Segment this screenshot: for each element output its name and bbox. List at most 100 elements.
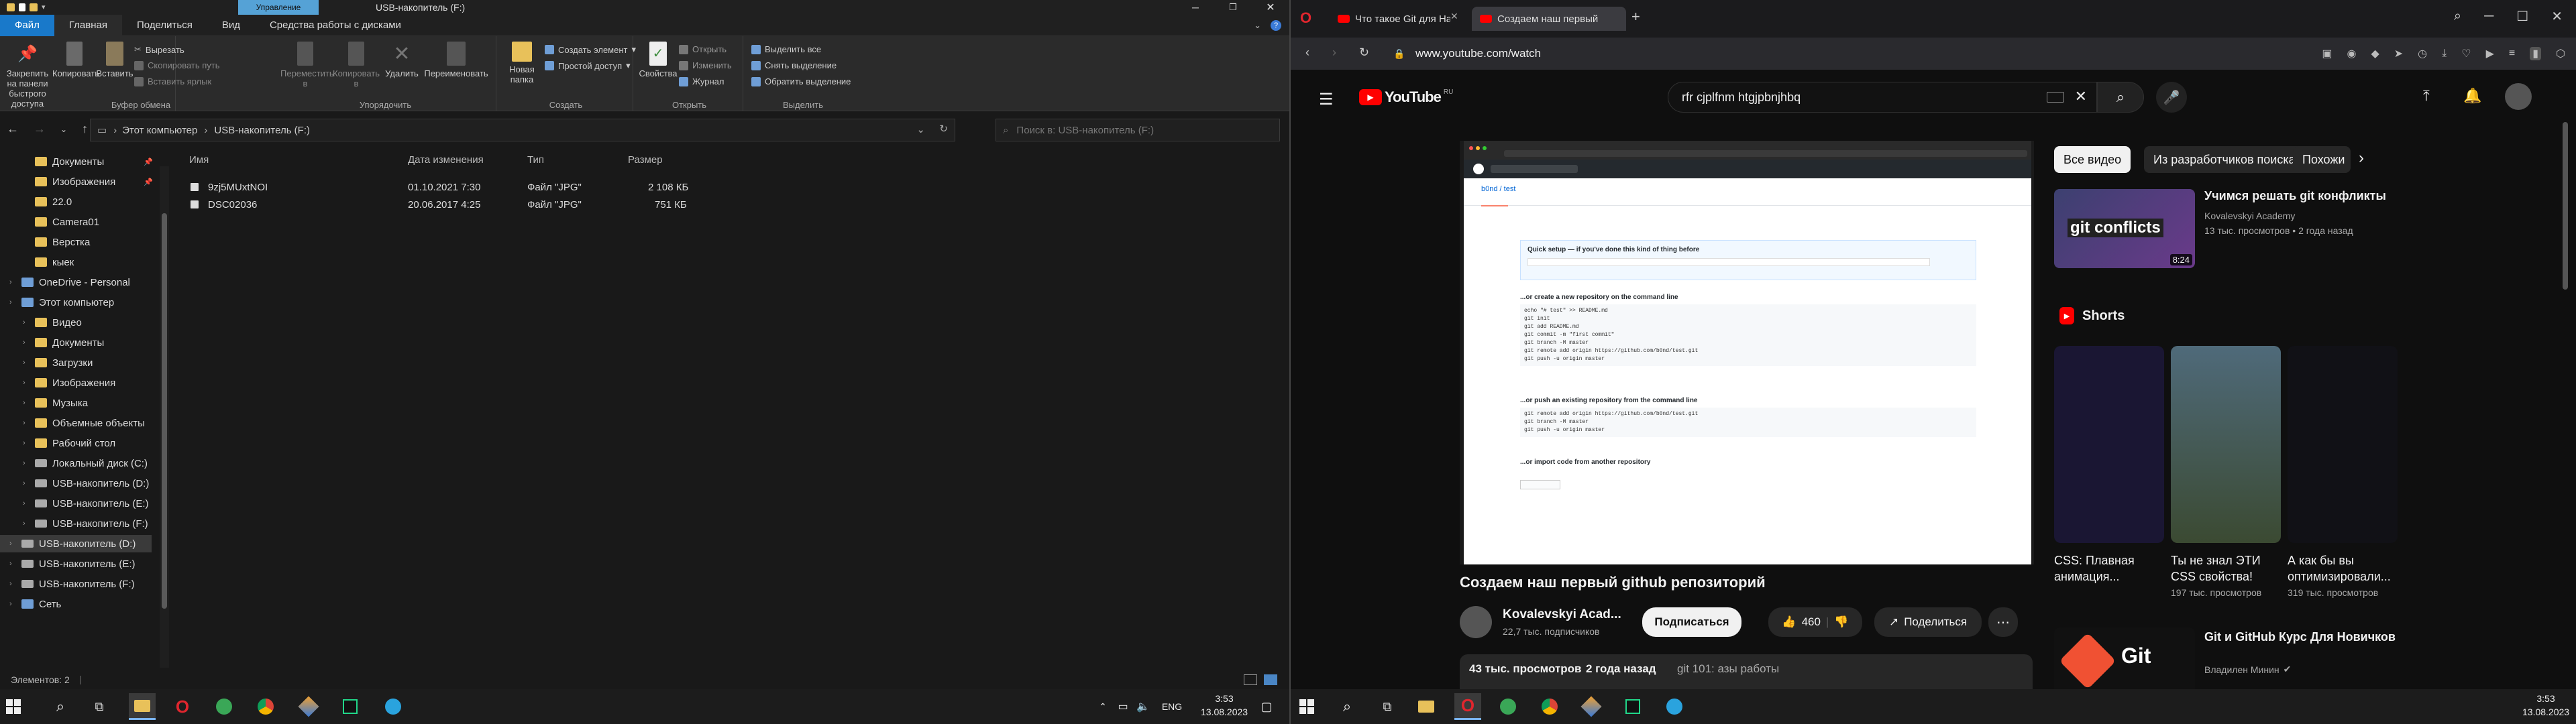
forward-icon[interactable]: › — [1332, 46, 1336, 60]
tree-item[interactable]: › Изображения — [23, 374, 115, 391]
properties-icon[interactable] — [19, 3, 25, 11]
breadcrumb-item[interactable]: Этот компьютер — [122, 125, 197, 136]
heart-icon[interactable]: ♡ — [2461, 47, 2471, 60]
explorer-taskbar-icon[interactable] — [1413, 693, 1440, 720]
short-thumbnail[interactable] — [2171, 346, 2281, 543]
file-row[interactable]: DSC02036 20.06.2017 4:25 Файл "JPG" 751 … — [181, 196, 691, 213]
forward-icon[interactable]: → — [34, 122, 46, 136]
tree-item[interactable]: › Этот компьютер — [9, 294, 114, 311]
expand-chevron-icon[interactable]: › — [23, 339, 30, 347]
properties-button[interactable]: ✓ Свойства — [639, 42, 678, 78]
tree-item[interactable]: › USB-накопитель (F:) — [9, 575, 135, 593]
volume-icon[interactable]: 🔈 — [1130, 693, 1157, 720]
search-input[interactable]: rfr cjplfnm htgjpbnjhbq ✕ — [1668, 82, 2097, 113]
easy-access-button[interactable]: Простой доступ ▾ — [545, 60, 631, 71]
column-type[interactable]: Тип — [527, 154, 544, 166]
open-button[interactable]: Открыть — [679, 44, 727, 54]
language-indicator[interactable]: ENG — [1155, 693, 1189, 720]
tree-item[interactable]: › OneDrive - Personal — [9, 274, 130, 291]
thumbs-up-icon[interactable]: 👍 — [1782, 615, 1796, 629]
tree-item[interactable]: › USB-накопитель (F:) — [23, 515, 148, 532]
shield-icon[interactable]: ◆ — [2371, 47, 2379, 60]
opera-icon[interactable]: O — [1454, 693, 1481, 720]
refresh-icon[interactable]: ↻ — [939, 123, 948, 135]
camera-icon[interactable]: ◉ — [2347, 47, 2356, 60]
expand-chevron-icon[interactable]: › — [23, 379, 30, 387]
help-icon[interactable]: ? — [1271, 20, 1281, 31]
tab-share[interactable]: Поделиться — [122, 15, 207, 36]
history-chevron-icon[interactable]: ⌄ — [916, 123, 925, 135]
maximize-icon[interactable]: ❐ — [1214, 2, 1252, 13]
tree-item[interactable]: › Документы — [23, 334, 104, 351]
pycharm-icon[interactable] — [1619, 693, 1646, 720]
menu-icon[interactable]: ☰ — [1319, 90, 1334, 109]
telegram-icon[interactable] — [380, 693, 407, 720]
clock-icon[interactable]: ◷ — [2418, 47, 2427, 60]
edit-button[interactable]: Изменить — [679, 60, 732, 70]
task-view-icon[interactable]: ⧉ — [86, 693, 113, 720]
paste-button[interactable]: Вставить — [94, 42, 136, 78]
chip-all[interactable]: Все видео — [2054, 146, 2131, 173]
tree-item[interactable]: › Музыка — [23, 394, 88, 412]
tree-item[interactable]: Camera01 — [23, 213, 99, 231]
tree-item[interactable]: 22.0 — [23, 193, 72, 210]
tree-item[interactable]: › USB-накопитель (E:) — [9, 555, 135, 572]
select-none-button[interactable]: Снять выделение — [751, 60, 837, 70]
start-icon[interactable] — [1293, 693, 1320, 720]
channel-avatar[interactable] — [1460, 606, 1492, 638]
up-icon[interactable]: ↑ — [82, 122, 88, 136]
clock[interactable]: 3:53 13.08.2023 — [1201, 692, 1248, 719]
opera-menu-icon[interactable]: O — [1300, 9, 1311, 27]
tree-item[interactable]: Верстка — [23, 233, 90, 251]
qat-chevron-icon[interactable]: ▾ — [42, 3, 46, 11]
tab-view[interactable]: Вид — [207, 15, 255, 36]
app-icon[interactable] — [295, 693, 322, 720]
copy-button[interactable]: Копировать — [52, 42, 99, 78]
tree-item[interactable]: кыек — [23, 253, 74, 271]
expand-chevron-icon[interactable]: › — [9, 600, 16, 608]
expand-chevron-icon[interactable]: › — [23, 399, 30, 407]
expand-chevron-icon[interactable]: › — [23, 419, 30, 427]
tree-item[interactable]: Документы 📌 — [23, 153, 153, 170]
notification-icon[interactable]: ▢ — [1253, 693, 1280, 720]
minimize-icon[interactable]: ─ — [1177, 2, 1214, 13]
voice-search-button[interactable]: 🎤 — [2156, 82, 2187, 113]
expand-chevron-icon[interactable]: › — [9, 560, 16, 568]
close-icon[interactable]: ✕ — [1252, 1, 1289, 14]
short-thumbnail[interactable] — [2054, 346, 2164, 543]
maximize-icon[interactable]: ☐ — [2516, 8, 2528, 25]
extension-icon[interactable]: ▣ — [2322, 47, 2332, 60]
avatar[interactable] — [2505, 83, 2532, 110]
list-icon[interactable]: ≡ — [2509, 48, 2515, 60]
tab-drive-tools[interactable]: Средства работы с дисками — [255, 15, 416, 36]
history-button[interactable]: Журнал — [679, 76, 724, 86]
search-box[interactable]: ⌕ Поиск в: USB-накопитель (F:) — [996, 119, 1280, 141]
chevron-right-icon[interactable]: › — [2359, 149, 2364, 168]
url-field[interactable]: www.youtube.com/watch — [1415, 47, 1541, 60]
close-icon[interactable]: ✕ — [2551, 8, 2563, 25]
thumbs-down-icon[interactable]: 👎 — [1834, 615, 1848, 629]
tree-item[interactable]: › Рабочий стол — [23, 434, 115, 452]
tree-scrollbar[interactable] — [160, 166, 169, 668]
keyboard-icon[interactable] — [2047, 92, 2064, 103]
details-view-icon[interactable] — [1244, 674, 1257, 685]
channel-name[interactable]: Kovalevskyi Acad... — [1503, 607, 1621, 622]
tree-scrollbar-thumb[interactable] — [162, 213, 167, 609]
task-view-icon[interactable]: ⧉ — [1374, 693, 1401, 720]
expand-chevron-icon[interactable]: › — [9, 278, 16, 286]
video-player[interactable]: b0nd / test Quick setup — if you've done… — [1460, 141, 2034, 564]
tree-item[interactable]: › Сеть — [9, 595, 61, 613]
copy-to-button[interactable]: Копировать в — [331, 42, 381, 88]
cut-button[interactable]: ✂ Вырезать — [134, 44, 184, 55]
page-scrollbar-thumb[interactable] — [2563, 122, 2568, 290]
expand-chevron-icon[interactable]: › — [23, 459, 30, 467]
select-all-button[interactable]: Выделить все — [751, 44, 821, 54]
start-icon[interactable] — [0, 693, 27, 720]
tiles-view-icon[interactable] — [1264, 674, 1277, 685]
course-channel[interactable]: Владилен Минин — [2204, 664, 2279, 675]
file-row[interactable]: 9zj5MUxtNOI 01.10.2021 7:30 Файл "JPG" 2… — [181, 178, 691, 196]
app-icon[interactable] — [1495, 693, 1521, 720]
tree-item[interactable]: › USB-накопитель (D:) — [23, 475, 149, 492]
expand-chevron-icon[interactable]: › — [9, 580, 16, 588]
tree-item[interactable]: › USB-накопитель (E:) — [23, 495, 148, 512]
